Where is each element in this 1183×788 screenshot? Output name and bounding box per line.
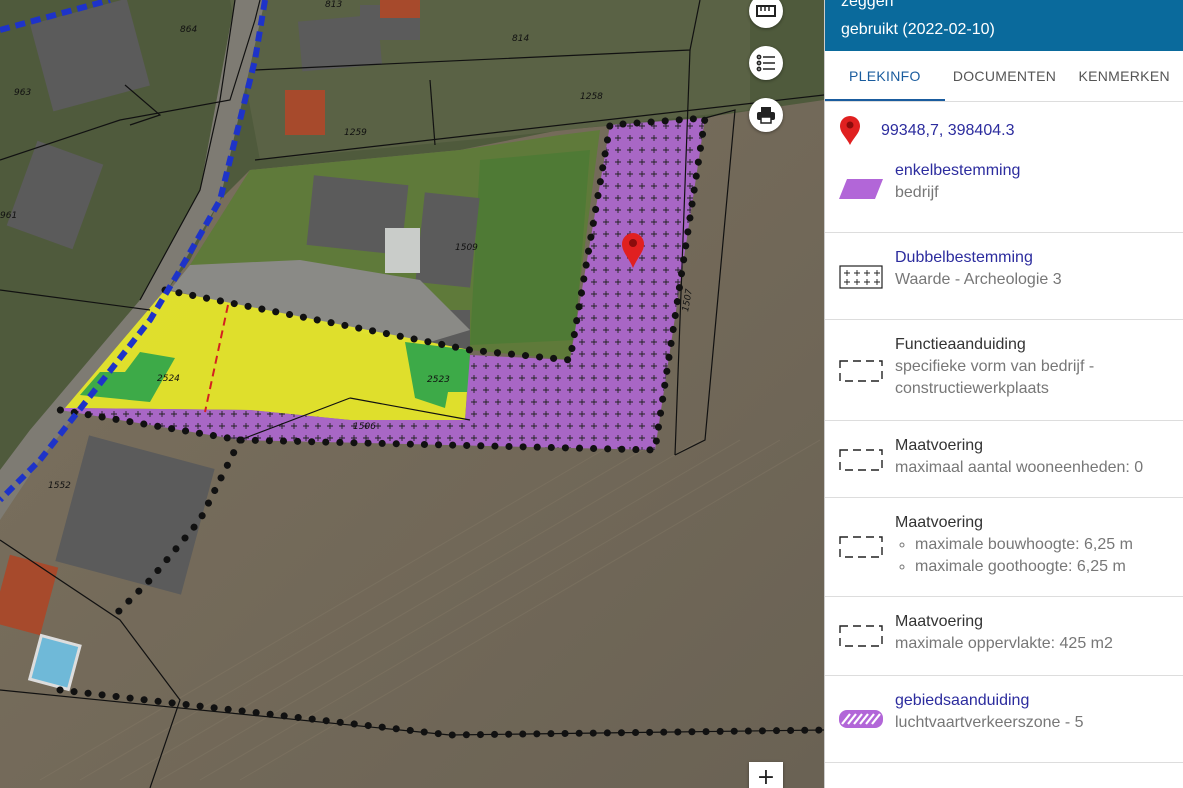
parcel-label: 1259: [344, 128, 367, 138]
parcel-label: 1509: [455, 243, 478, 253]
item-title: Maatvoering: [895, 613, 984, 630]
list-item: Maatvoering maximaal aantal wooneenheden…: [825, 421, 1183, 498]
item-subtitle: specifieke vorm van bedrijf - constructi…: [895, 358, 1095, 397]
map-view[interactable]: 813 864 814 963 1258 1259 961 1509 1507 …: [0, 0, 824, 788]
location-pin-icon: [840, 116, 860, 145]
list-item[interactable]: Dubbelbestemming Waarde - Archeologie 3: [825, 233, 1183, 320]
tab-kenmerken[interactable]: KENMERKEN: [1064, 51, 1183, 101]
list-item: Maatvoering maximale bouwhoogte: 6,25 m …: [825, 498, 1183, 597]
list-item: Maatvoering maximale oppervlakte: 425 m2: [825, 597, 1183, 676]
parcel-label: 1506: [353, 422, 376, 432]
maatvoering-icon: [839, 625, 883, 647]
parcel-label: 2524: [157, 374, 180, 384]
gebiedsaanduiding-icon: [839, 710, 883, 728]
info-panel: zeggen gebruikt (2022-02-10) PLEKINFO DO…: [824, 0, 1183, 788]
dubbelbestemming-icon: [839, 265, 883, 289]
parcel-label: 813: [325, 0, 342, 10]
item-title: Maatvoering: [895, 437, 984, 454]
parcel-label: 1258: [580, 92, 603, 102]
item-subtitle: maximaal aantal wooneenheden: 0: [895, 459, 1144, 476]
maatvoering-icon: [839, 536, 883, 558]
legend-button[interactable]: [749, 46, 783, 80]
header-line-2: gebruikt (2022-02-10): [841, 21, 995, 38]
parcel-label: 1552: [48, 481, 71, 491]
parcel-label: 963: [14, 88, 31, 98]
list-item: Functieaanduiding specifieke vorm van be…: [825, 320, 1183, 421]
parcel-label: 864: [180, 25, 197, 35]
item-title[interactable]: gebiedsaanduiding: [895, 690, 1084, 712]
item-title: Functieaanduiding: [895, 336, 1026, 353]
list-item[interactable]: gebiedsaanduiding luchtvaartverkeerszone…: [825, 676, 1183, 763]
zoom-in-button[interactable]: +: [749, 762, 783, 788]
item-subtitle: luchtvaartverkeerszone - 5: [895, 714, 1084, 731]
item-subtitle: bedrijf: [895, 184, 939, 201]
functieaanduiding-icon: [839, 360, 883, 382]
parcel-label: 961: [0, 211, 17, 221]
enkelbestemming-icon: [839, 179, 883, 199]
item-title[interactable]: enkelbestemming: [895, 160, 1020, 182]
item-bullet: maximale goothoogte: 6,25 m: [915, 556, 1133, 578]
map-canvas[interactable]: 813 864 814 963 1258 1259 961 1509 1507 …: [0, 0, 824, 788]
coordinates-row: 99348,7, 398404.3: [825, 102, 1183, 146]
item-bullet: maximale bouwhoogte: 6,25 m: [915, 534, 1133, 556]
item-title[interactable]: Dubbelbestemming: [895, 247, 1062, 269]
tab-plekinfo[interactable]: PLEKINFO: [825, 51, 945, 101]
parcel-label: 2523: [427, 375, 450, 385]
tab-documenten[interactable]: DOCUMENTEN: [945, 51, 1065, 101]
item-subtitle: maximale oppervlakte: 425 m2: [895, 635, 1113, 652]
maatvoering-icon: [839, 449, 883, 471]
item-title: Maatvoering: [895, 514, 984, 531]
coordinates-link[interactable]: 99348,7, 398404.3: [881, 122, 1014, 140]
header-line-1: zeggen: [841, 0, 894, 10]
list-item[interactable]: enkelbestemming bedrijf: [825, 146, 1183, 233]
item-subtitle: Waarde - Archeologie 3: [895, 271, 1062, 288]
print-button[interactable]: [749, 98, 783, 132]
panel-header: zeggen gebruikt (2022-02-10): [825, 0, 1183, 51]
list-icon: [756, 54, 775, 72]
ruler-icon: [756, 5, 776, 17]
parcel-label: 814: [512, 34, 529, 44]
printer-icon: [757, 107, 775, 124]
tab-bar: PLEKINFO DOCUMENTEN KENMERKEN: [825, 51, 1183, 102]
